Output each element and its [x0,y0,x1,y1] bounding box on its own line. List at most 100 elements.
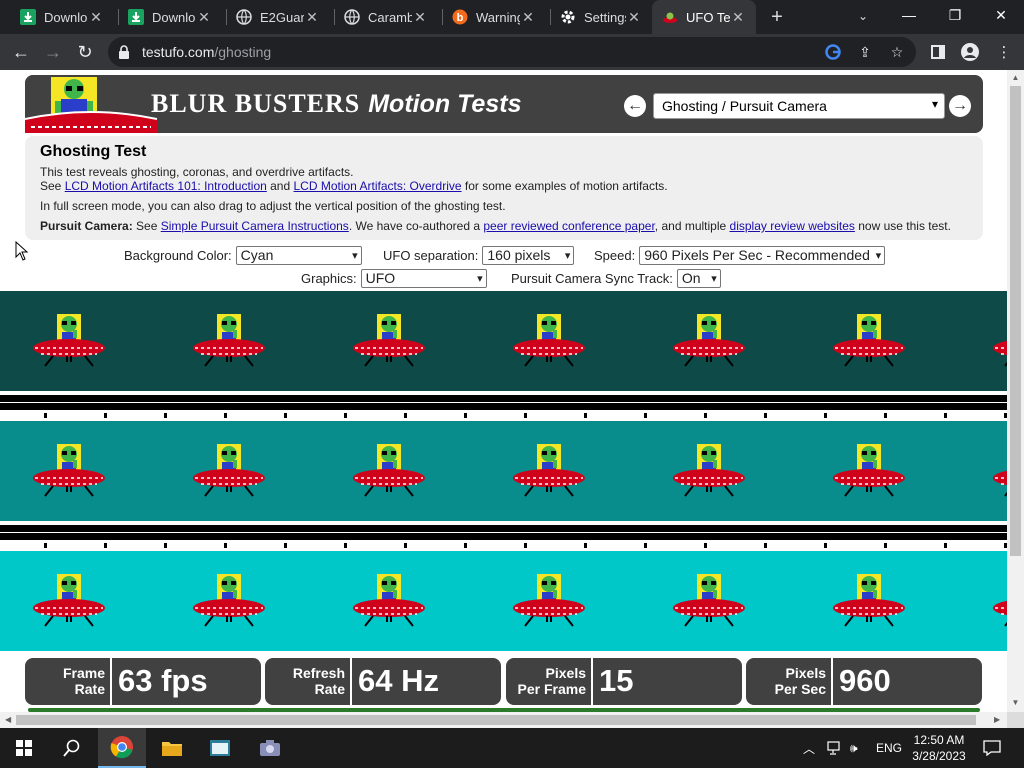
test-info-box: Ghosting Test This test reveals ghosting… [25,136,983,240]
speed-select[interactable]: 960 Pixels Per Sec - Recommended ▾ [639,246,886,265]
restore-button[interactable]: ❐ [932,0,978,30]
test-selector-dropdown[interactable]: Ghosting / Pursuit Camera ▾ [653,93,945,119]
new-tab-button[interactable]: + [764,5,790,29]
frame-rate-stat: Frame Rate 63 fps [25,658,261,705]
tab-warning[interactable]: b Warning ✕ [442,0,548,34]
link-conference-paper[interactable]: peer reviewed conference paper [483,219,654,233]
graphics-label: Graphics: [301,271,357,286]
previous-test-button[interactable]: ← [624,95,646,117]
ufo-separation-select[interactable]: 160 pixels ▾ [482,246,575,265]
ufo-icon [353,314,425,367]
sync-track-tick [104,413,107,418]
sync-track-tick [344,543,347,548]
tab-downloads-2[interactable]: Downloads ✕ [118,0,224,34]
horizontal-scrollbar[interactable]: ◀ ▶ [0,712,1007,728]
stat-label-line: Rate [74,681,105,697]
close-icon[interactable]: ✕ [626,9,642,26]
minimize-button[interactable]: — [886,0,932,30]
tab-e2guardian[interactable]: E2Guardian ✕ [226,0,332,34]
tab-carambola[interactable]: Carambola ✕ [334,0,440,34]
background-color-select[interactable]: Cyan ▾ [235,246,362,265]
scrollbar-thumb[interactable] [1010,86,1021,556]
close-icon[interactable]: ✕ [412,9,428,26]
sync-track-bar [0,533,1007,540]
network-icon[interactable] [827,728,843,768]
scroll-up-icon[interactable]: ▲ [1011,73,1020,82]
share-icon[interactable]: ⇪ [856,43,874,61]
sync-track-tick [344,413,347,418]
sync-track-tick [884,543,887,548]
sync-track-tick [884,413,887,418]
scroll-down-icon[interactable]: ▼ [1011,698,1020,707]
scrollbar-thumb[interactable] [16,715,976,725]
sync-track-select[interactable]: On ▾ [676,269,721,288]
graphics-select[interactable]: UFO ▾ [360,269,487,288]
scroll-right-icon[interactable]: ▶ [994,715,1000,724]
back-button[interactable]: ← [8,39,34,65]
address-bar[interactable]: testufo.com/ghosting ⇪ ☆ [108,37,916,67]
next-test-button[interactable]: → [949,95,971,117]
close-icon[interactable]: ✕ [88,9,104,26]
ufo-icon [673,444,745,497]
system-clock[interactable]: 12:50 AM 3/28/2023 [903,732,975,764]
taskbar-camera[interactable] [246,728,294,768]
bookmark-star-icon[interactable]: ☆ [888,43,906,61]
reload-button[interactable]: ↻ [72,39,98,65]
stat-value: 960 [839,663,891,698]
stat-label: Pixels Per Sec [746,665,826,697]
google-icon[interactable] [824,43,842,61]
ufo-icon [513,574,585,627]
search-button[interactable] [48,728,96,768]
ufo-icon [353,444,425,497]
camera-icon [260,740,280,756]
notifications-icon[interactable] [983,728,1001,768]
close-icon[interactable]: ✕ [304,9,320,26]
select-value: 160 pixels [487,247,551,263]
taskbar-chrome[interactable] [98,728,146,768]
tab-search-icon[interactable]: ⌄ [850,4,876,28]
sync-track-tick [824,543,827,548]
taskbar-file-explorer[interactable] [148,728,196,768]
stat-value: 63 fps [118,663,208,698]
volume-icon[interactable]: 🕪 [850,728,858,768]
select-value: Cyan [240,247,274,263]
link-display-review-websites[interactable]: display review websites [730,219,855,233]
ufo-lane [0,421,1007,521]
start-button[interactable] [0,728,48,768]
select-value: UFO [365,270,396,286]
language-indicator[interactable]: ENG [876,728,902,768]
close-icon[interactable]: ✕ [196,9,212,26]
chevron-down-icon: ▾ [352,250,358,262]
sync-track-bar [0,403,1007,410]
link-motion-artifacts-overdrive[interactable]: LCD Motion Artifacts: Overdrive [294,179,462,193]
forward-button[interactable]: → [40,39,66,65]
tab-settings[interactable]: Settings ✕ [550,0,650,34]
blurbusters-logo-icon [25,75,157,133]
ufo-icon [513,314,585,367]
vertical-scrollbar[interactable]: ▲ ▼ [1007,70,1024,712]
sync-track-tick [164,413,167,418]
menu-icon[interactable]: ⋮ [994,42,1014,62]
tab-ufo-test[interactable]: UFO Test ✕ [652,0,756,34]
link-pursuit-camera-instructions[interactable]: Simple Pursuit Camera Instructions [161,219,349,233]
ufo-icon [193,574,265,627]
ufo-icon [33,444,105,497]
ufo-icon [673,314,745,367]
globe-icon [236,9,252,25]
close-icon[interactable]: ✕ [730,9,746,26]
link-motion-artifacts-intro[interactable]: LCD Motion Artifacts 101: Introduction [65,179,267,193]
tab-downloads-1[interactable]: Downloads ✕ [10,0,116,34]
close-icon[interactable]: ✕ [520,9,536,26]
chevron-down-icon: ▾ [875,250,882,262]
taskbar-app[interactable] [196,728,244,768]
scroll-left-icon[interactable]: ◀ [5,715,11,724]
close-window-button[interactable]: ✕ [978,0,1024,30]
sync-track-tick [764,543,767,548]
show-hidden-icons[interactable]: ︿ [803,728,815,768]
profile-icon[interactable] [960,42,980,62]
tab-title: UFO Test [686,9,730,25]
side-panel-icon[interactable] [928,42,948,62]
sync-track-tick [524,413,527,418]
web-page: BLUR BUSTERS Motion Tests ← Ghosting / Pu… [0,70,1007,712]
background-color-control: Background Color: Cyan ▾ [124,246,362,265]
